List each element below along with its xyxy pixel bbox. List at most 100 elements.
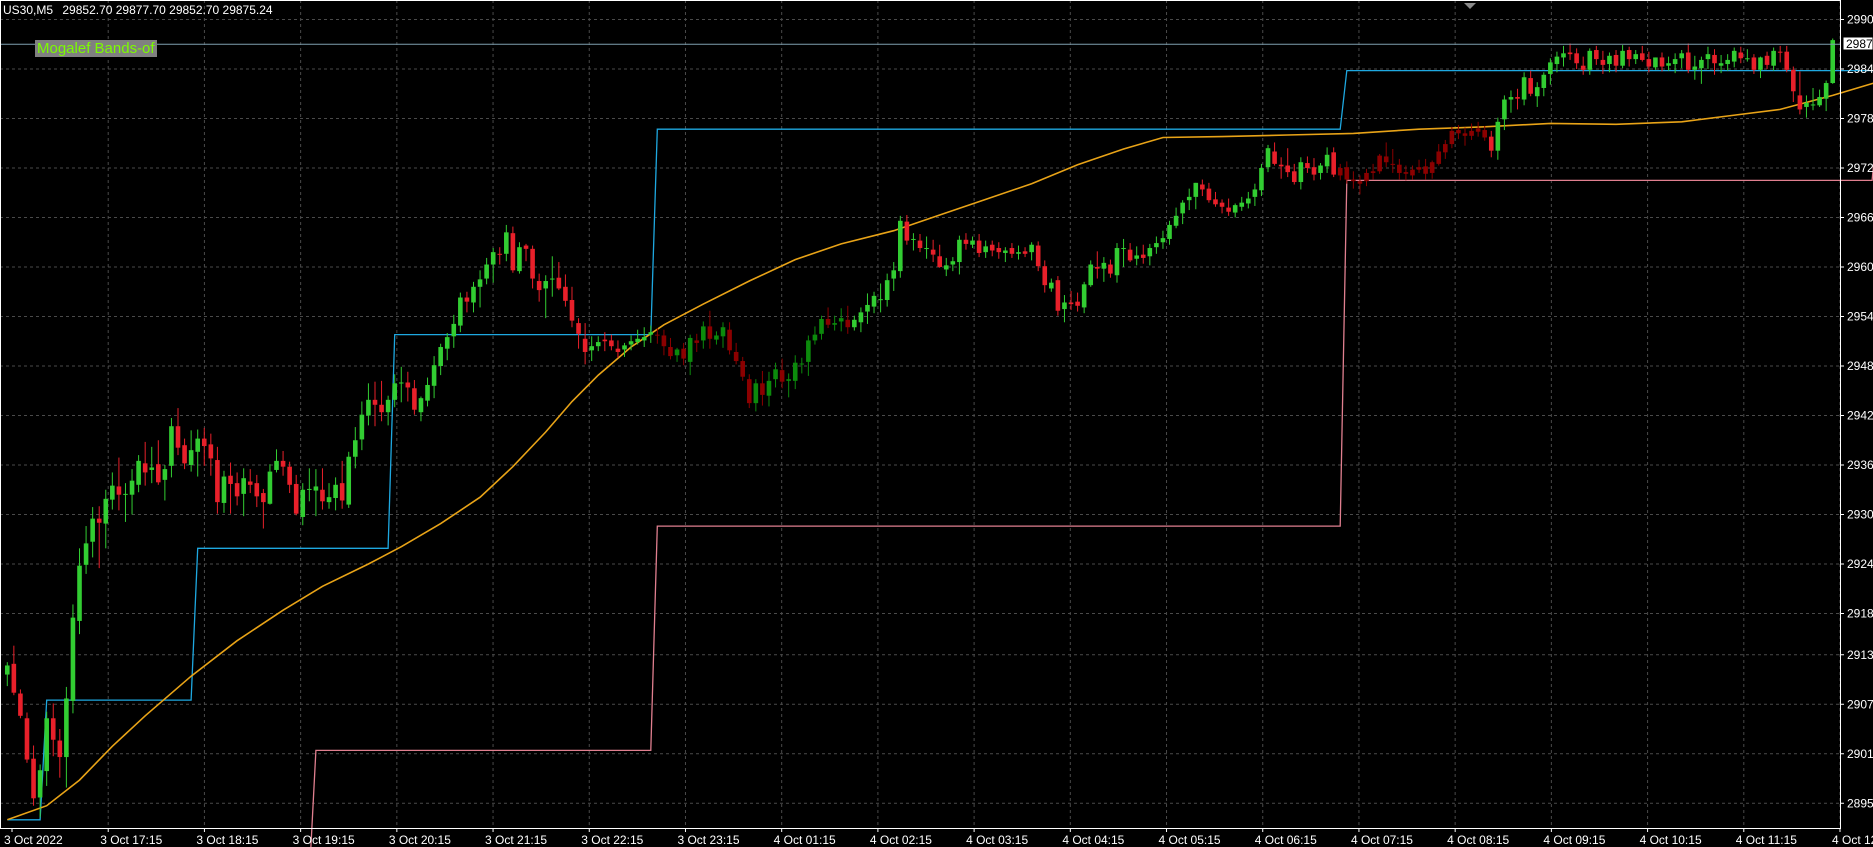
candle-body — [208, 444, 214, 459]
candle — [858, 307, 864, 333]
candle-body — [1318, 165, 1323, 173]
candle-body — [1390, 163, 1396, 165]
candle — [208, 433, 214, 476]
candle-body — [83, 543, 89, 565]
candle-body — [412, 388, 417, 410]
candle-body — [287, 466, 292, 485]
candle-body — [1666, 63, 1671, 66]
candle — [1548, 58, 1553, 85]
candle-body — [1370, 171, 1376, 173]
candle-body — [773, 369, 778, 380]
candle-body — [832, 323, 837, 325]
candle-body — [1672, 59, 1678, 65]
candle — [753, 379, 759, 412]
candle-body — [1075, 301, 1080, 306]
candle-body — [1331, 152, 1336, 175]
candle-body — [1823, 83, 1829, 99]
chart-axes: 2990 2984 2978 2972 2966 2960 2954 2948 2942 2936… — [0, 0, 1873, 847]
candle-body — [714, 335, 719, 340]
candle-body — [11, 663, 17, 693]
candle-body — [1272, 151, 1277, 164]
candle — [1022, 247, 1028, 258]
y-tick-label: 2942 — [1847, 409, 1873, 423]
candle-body — [241, 478, 246, 494]
candle-body — [812, 334, 818, 341]
candle-body — [1259, 168, 1264, 191]
candle — [825, 307, 831, 329]
price-chart[interactable]: 2990 2984 2978 2972 2966 2960 2954 2948 2942 2936… — [0, 0, 1873, 847]
candle-body — [1219, 202, 1225, 207]
candle-body — [536, 281, 542, 291]
candle — [1101, 257, 1107, 282]
candle-body — [648, 332, 654, 335]
x-tick-label: 4 Oct 04:15 — [1062, 833, 1124, 847]
candle-body — [1482, 130, 1488, 138]
candle — [1324, 147, 1330, 173]
candle-body — [891, 270, 897, 279]
candle — [366, 383, 371, 426]
chart-header: US30,M5 29852.70 29877.70 29852.70 29875… — [3, 3, 273, 17]
candle-body — [970, 240, 975, 245]
candle — [694, 333, 700, 352]
candle — [1232, 203, 1238, 218]
candle — [615, 340, 621, 358]
candle-body — [1797, 95, 1803, 110]
candle — [1580, 56, 1586, 75]
shift-marker-icon[interactable] — [1464, 3, 1476, 9]
candle-body — [24, 718, 30, 760]
candle — [832, 315, 837, 331]
candle-body — [635, 338, 640, 343]
candle-body — [156, 464, 161, 483]
candle-body — [1580, 65, 1586, 70]
candle — [458, 292, 463, 333]
candle — [477, 270, 483, 308]
x-tick-label: 4 Oct 10:15 — [1640, 833, 1702, 847]
candle — [838, 308, 844, 332]
candle — [1397, 158, 1402, 180]
candle-body — [1029, 244, 1034, 253]
candle-body — [1462, 133, 1468, 136]
candle-body — [924, 248, 929, 250]
candle — [169, 417, 174, 478]
candle — [576, 318, 581, 349]
candle — [398, 366, 404, 403]
candle — [83, 526, 89, 574]
candle-body — [898, 220, 903, 272]
candle-body — [136, 460, 141, 485]
indicator-label[interactable]: Mogalef Bands-of — [35, 40, 157, 57]
candle-body — [1567, 52, 1573, 55]
candle — [1541, 72, 1547, 97]
candle — [904, 215, 910, 245]
candle-body — [1364, 172, 1369, 182]
candle — [162, 465, 168, 501]
candle — [1081, 281, 1087, 314]
candle — [1003, 247, 1008, 263]
candle — [1633, 50, 1639, 65]
candle-body — [116, 486, 122, 495]
candle-body — [1081, 284, 1087, 308]
candle-body — [602, 339, 608, 342]
candle-body — [1410, 169, 1415, 176]
candle-body — [1127, 249, 1133, 261]
candle-body — [1712, 54, 1717, 64]
candle — [1784, 45, 1790, 73]
candle-body — [766, 380, 772, 396]
candle-body — [77, 565, 82, 621]
candle — [1364, 168, 1369, 187]
candle — [1692, 55, 1698, 80]
candle — [674, 347, 680, 362]
candle-body — [1718, 63, 1724, 66]
candle-body — [504, 232, 509, 254]
candle-body — [1679, 53, 1684, 59]
candle — [1200, 179, 1205, 197]
candle-body — [1449, 130, 1455, 145]
candle-body — [917, 240, 923, 249]
candle — [536, 273, 542, 302]
candle — [1193, 182, 1199, 210]
candle-body — [1416, 167, 1422, 170]
candle-body — [385, 399, 391, 413]
y-tick-label: 2901 — [1847, 747, 1873, 761]
candle — [812, 326, 818, 345]
candle-body — [1692, 66, 1698, 70]
candle — [727, 322, 732, 355]
